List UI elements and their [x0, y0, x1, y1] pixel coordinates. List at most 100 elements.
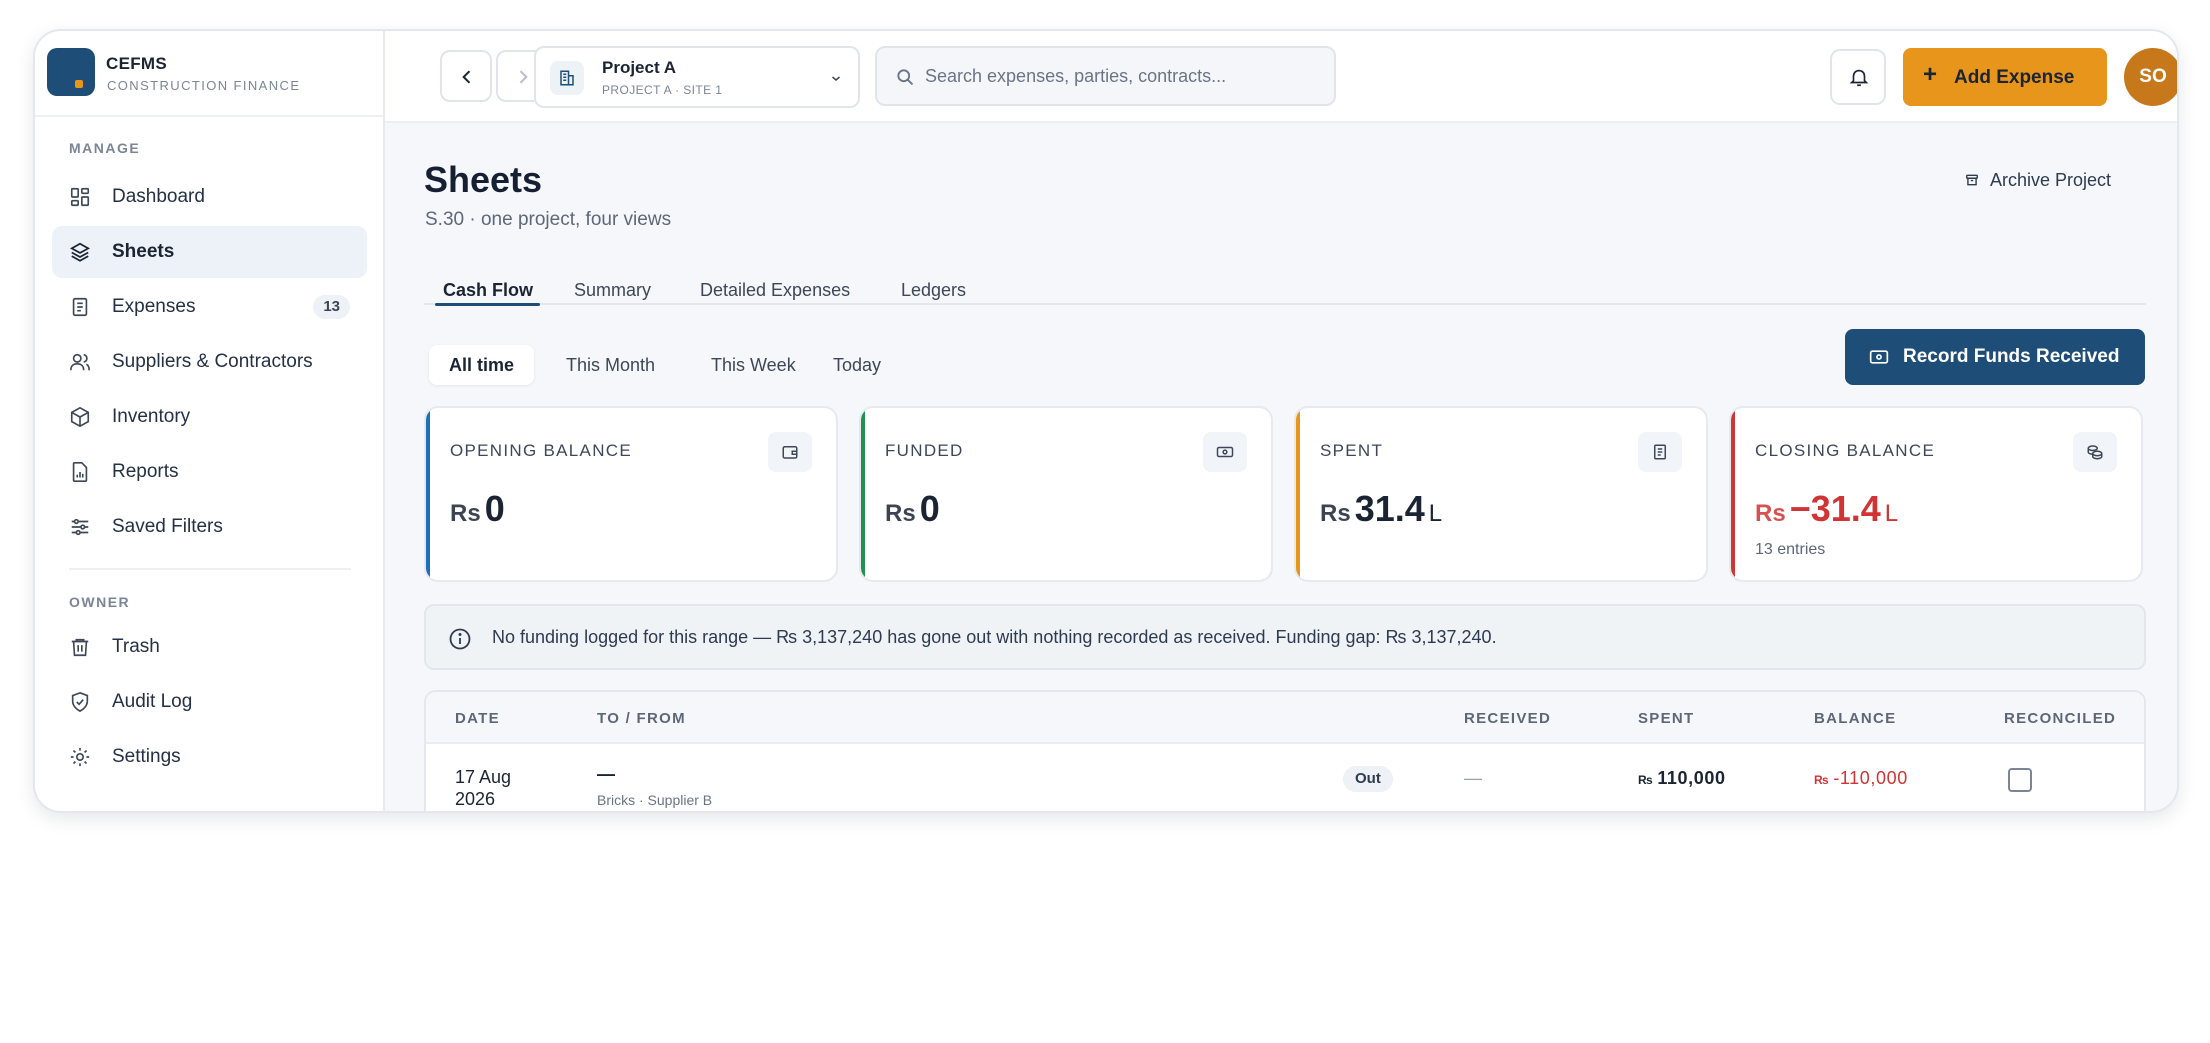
sidebar-item-suppliers[interactable]: Suppliers & Contractors: [52, 336, 367, 388]
add-expense-label: Add Expense: [1954, 67, 2075, 88]
filter-this-week[interactable]: This Week: [691, 345, 816, 385]
row-spent: ₨ 110,000: [1638, 768, 1726, 789]
filter-all-time[interactable]: All time: [429, 345, 535, 385]
card-value: Rs 0: [885, 488, 940, 530]
sidebar-item-label: Saved Filters: [112, 516, 223, 537]
card-label: SPENT: [1320, 441, 1384, 460]
shield-check-icon: [71, 691, 89, 713]
tab-summary[interactable]: Summary: [574, 280, 651, 301]
app-window: CEFMS CONSTRUCTION FINANCE MANAGE Dashbo…: [33, 29, 2179, 813]
tab-ledgers[interactable]: Ledgers: [901, 280, 966, 301]
report-icon: [72, 462, 88, 482]
column-header-spent[interactable]: SPENT: [1638, 710, 1695, 727]
section-label-owner: OWNER: [69, 594, 131, 610]
stat-card-funded: FUNDED Rs 0: [859, 406, 1273, 582]
project-selector[interactable]: Project A PROJECT A · SITE 1: [534, 46, 860, 108]
stat-card-opening-balance: OPENING BALANCE Rs 0: [424, 406, 838, 582]
archive-icon: [1966, 174, 1978, 186]
search-icon: [897, 69, 914, 86]
sidebar-item-audit-log[interactable]: Audit Log: [52, 676, 367, 728]
filter-this-month[interactable]: This Month: [546, 345, 675, 385]
row-spent-amount: 110,000: [1657, 768, 1726, 788]
currency-symbol: ₨: [1638, 773, 1654, 787]
plus-icon: +: [1923, 61, 1938, 88]
row-date-year: 2026: [455, 789, 496, 809]
archive-project-button[interactable]: Archive Project: [1965, 168, 2145, 198]
row-received: —: [1464, 768, 1482, 788]
info-icon: [449, 628, 471, 650]
project-name: Project A: [602, 58, 677, 77]
filter-today[interactable]: Today: [813, 345, 901, 385]
topbar: Project A PROJECT A · SITE 1 + Add Expen…: [385, 31, 2177, 123]
banknote-icon: [1869, 350, 1889, 364]
add-expense-button[interactable]: + Add Expense: [1903, 48, 2107, 106]
brand: CEFMS CONSTRUCTION FINANCE: [35, 31, 383, 117]
card-icon-box: [1203, 432, 1247, 472]
sidebar-item-settings[interactable]: Settings: [52, 731, 367, 783]
sidebar-item-label: Expenses: [112, 296, 196, 317]
stat-card-closing-balance: CLOSING BALANCE Rs −31.4 L 13 entries: [1729, 406, 2143, 582]
main-content: Sheets S.30 · one project, four views Ar…: [385, 123, 2177, 811]
trash-icon: [71, 638, 89, 657]
back-button[interactable]: [440, 50, 492, 102]
sidebar-item-expenses[interactable]: Expenses 13: [52, 281, 367, 333]
receipt-icon: [1654, 444, 1666, 460]
currency-symbol: Rs: [885, 500, 916, 527]
sidebar-item-dashboard[interactable]: Dashboard: [52, 171, 367, 223]
funding-gap-notice: No funding logged for this range — ₨ 3,1…: [424, 604, 2146, 670]
column-header-reconciled[interactable]: RECONCILED: [2004, 710, 2116, 727]
sidebar-item-label: Sheets: [112, 241, 175, 262]
search-box[interactable]: [875, 46, 1336, 106]
card-value: Rs 0: [450, 488, 505, 530]
sidebar-item-reports[interactable]: Reports: [52, 446, 367, 498]
direction-badge: Out: [1343, 766, 1393, 792]
card-label: CLOSING BALANCE: [1755, 441, 1936, 460]
amount-unit: L: [1884, 500, 1899, 527]
page-subtitle: S.30 · one project, four views: [425, 209, 672, 230]
receipt-icon: [72, 297, 88, 317]
column-header-received[interactable]: RECEIVED: [1464, 710, 1551, 727]
expenses-count-badge: 13: [313, 295, 350, 319]
table-row[interactable]: 17 Aug 2026 — Bricks · Supplier B Out — ₨…: [426, 744, 2144, 811]
amount: 31.4: [1354, 488, 1425, 529]
project-subtitle: PROJECT A · SITE 1: [602, 83, 723, 97]
card-value: Rs 31.4 L: [1320, 488, 1442, 530]
column-header-balance[interactable]: BALANCE: [1814, 710, 1896, 727]
notice-text: No funding logged for this range — ₨ 3,1…: [492, 627, 1497, 647]
tab-detailed-expenses[interactable]: Detailed Expenses: [700, 280, 850, 301]
view-tabs: Cash Flow Summary Detailed Expenses Ledg…: [424, 273, 2146, 306]
sliders-icon: [71, 518, 89, 536]
sidebar-item-saved-filters[interactable]: Saved Filters: [52, 501, 367, 553]
notifications-button[interactable]: [1830, 49, 1886, 105]
card-accent-bar: [426, 408, 430, 580]
sidebar-item-trash[interactable]: Trash: [52, 621, 367, 673]
chevron-right-icon: [519, 70, 528, 84]
sidebar-item-sheets[interactable]: Sheets: [52, 226, 367, 278]
currency-symbol: Rs: [1320, 500, 1351, 527]
tab-cash-flow[interactable]: Cash Flow: [443, 280, 533, 301]
amount-unit: L: [1428, 500, 1443, 527]
currency-symbol: ₨: [1814, 773, 1830, 787]
gear-icon: [70, 747, 90, 767]
reconciled-checkbox[interactable]: [2008, 768, 2032, 792]
search-input[interactable]: [925, 48, 1325, 104]
users-icon: [70, 353, 90, 371]
coins-icon: [2087, 445, 2103, 460]
bell-icon: [1849, 69, 1869, 87]
avatar[interactable]: SO: [2124, 48, 2177, 106]
row-balance: ₨ -110,000: [1814, 768, 1908, 789]
section-label-manage: MANAGE: [69, 140, 141, 156]
chevron-down-icon: [832, 76, 840, 81]
sidebar-item-label: Audit Log: [112, 691, 193, 712]
currency-symbol: Rs: [450, 500, 481, 527]
sidebar-item-inventory[interactable]: Inventory: [52, 391, 367, 443]
card-icon-box: [2073, 432, 2117, 472]
record-funds-label: Record Funds Received: [1903, 346, 2120, 367]
stat-card-spent: SPENT Rs 31.4 L: [1294, 406, 1708, 582]
column-header-to-from[interactable]: TO / FROM: [597, 710, 686, 727]
sidebar-divider: [69, 568, 351, 570]
record-funds-received-button[interactable]: Record Funds Received: [1845, 329, 2145, 385]
sidebar-item-label: Settings: [112, 746, 181, 767]
column-header-date[interactable]: DATE: [455, 710, 500, 727]
chevron-left-icon: [462, 70, 471, 84]
